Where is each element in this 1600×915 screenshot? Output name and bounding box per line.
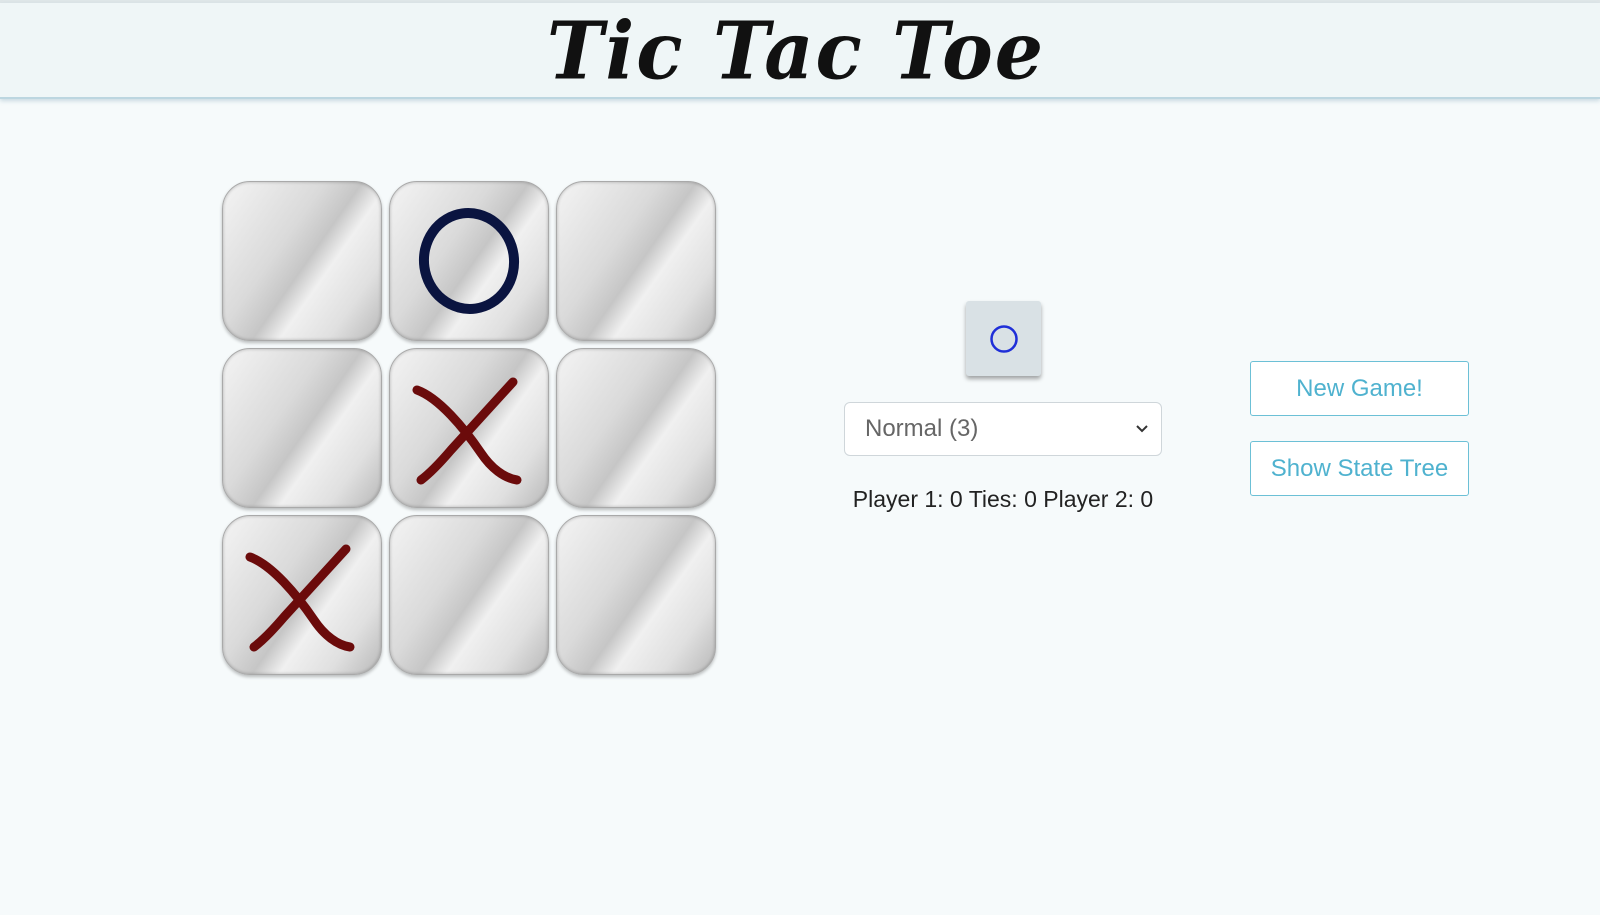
board-cell[interactable]	[389, 515, 549, 675]
x-mark-icon	[412, 377, 522, 485]
board-cell[interactable]	[389, 348, 549, 508]
game-board	[222, 181, 716, 675]
board-cell[interactable]	[556, 348, 716, 508]
board-cell[interactable]	[389, 181, 549, 341]
board-cell[interactable]	[556, 515, 716, 675]
page-title: Tic Tac Toe	[546, 3, 1046, 97]
score-display: Player 1: 0 Ties: 0 Player 2: 0	[852, 486, 1154, 512]
x-mark-icon	[245, 544, 355, 652]
chevron-down-icon	[1136, 425, 1148, 433]
difficulty-select[interactable]: Normal (3)	[844, 402, 1162, 456]
show-state-tree-button[interactable]: Show State Tree	[1250, 441, 1469, 496]
new-game-button[interactable]: New Game!	[1250, 361, 1469, 416]
turn-indicator	[966, 301, 1041, 376]
circle-icon	[989, 324, 1018, 353]
board-cell[interactable]	[556, 181, 716, 341]
board-cell[interactable]	[222, 515, 382, 675]
page-header: Tic Tac Toe	[0, 3, 1600, 99]
difficulty-selected-value: Normal (3)	[865, 415, 979, 442]
board-cell[interactable]	[222, 348, 382, 508]
o-mark-icon	[418, 208, 520, 314]
board-cell[interactable]	[222, 181, 382, 341]
